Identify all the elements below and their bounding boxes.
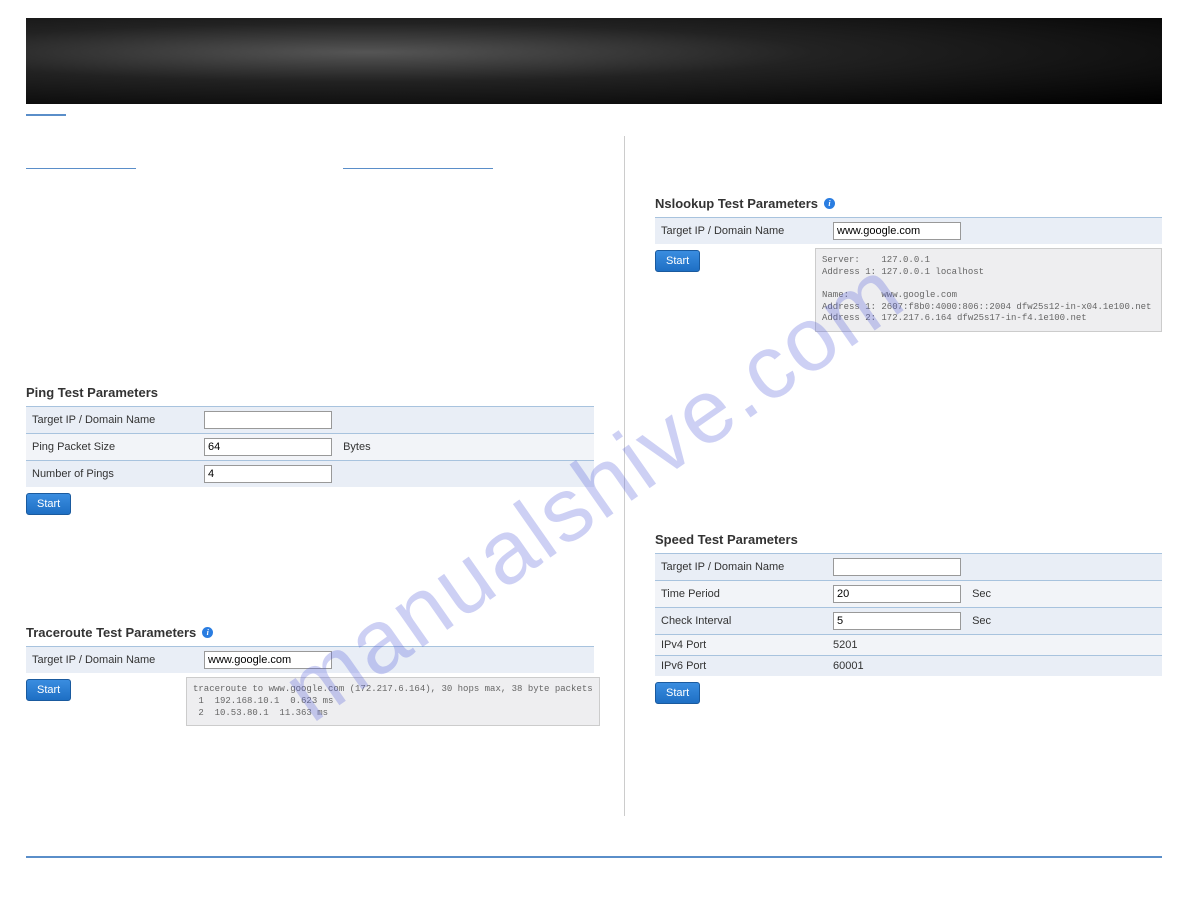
ping-target-input[interactable] <box>204 411 332 429</box>
tab-indicator <box>26 114 66 116</box>
ping-size-input[interactable] <box>204 438 332 456</box>
ping-size-label: Ping Packet Size <box>26 434 198 461</box>
traceroute-section-title: Traceroute Test Parameters i <box>26 625 594 640</box>
ping-count-label: Number of Pings <box>26 461 198 488</box>
page-banner <box>26 18 1162 104</box>
traceroute-table: Target IP / Domain Name <box>26 646 594 673</box>
intro-text <box>26 156 594 365</box>
traceroute-target-input[interactable] <box>204 651 332 669</box>
nslookup-section-title: Nslookup Test Parameters i <box>655 196 1162 211</box>
ping-title-text: Ping Test Parameters <box>26 385 158 400</box>
ping-count-input[interactable] <box>204 465 332 483</box>
nslookup-start-button[interactable]: Start <box>655 250 700 272</box>
speed-ipv4-value: 5201 <box>827 635 1162 656</box>
speed-target-input[interactable] <box>833 558 961 576</box>
speed-start-button[interactable]: Start <box>655 682 700 704</box>
traceroute-output: traceroute to www.google.com (172.217.6.… <box>186 677 600 726</box>
speed-time-unit: Sec <box>972 588 991 600</box>
link-placeholder-2[interactable] <box>343 166 493 169</box>
ping-section-title: Ping Test Parameters <box>26 385 594 400</box>
nslookup-output: Server: 127.0.0.1 Address 1: 127.0.0.1 l… <box>815 248 1162 332</box>
speed-title-text: Speed Test Parameters <box>655 532 798 547</box>
traceroute-start-button[interactable]: Start <box>26 679 71 701</box>
nslookup-target-input[interactable] <box>833 222 961 240</box>
ping-target-label: Target IP / Domain Name <box>26 407 198 434</box>
traceroute-title-text: Traceroute Test Parameters <box>26 625 196 640</box>
speed-target-label: Target IP / Domain Name <box>655 554 827 581</box>
ping-start-button[interactable]: Start <box>26 493 71 515</box>
ping-table: Target IP / Domain Name Ping Packet Size… <box>26 406 594 487</box>
link-placeholder-1[interactable] <box>26 166 136 169</box>
speed-interval-unit: Sec <box>972 615 991 627</box>
speed-time-label: Time Period <box>655 581 827 608</box>
speed-ipv6-value: 60001 <box>827 656 1162 677</box>
speed-time-input[interactable] <box>833 585 961 603</box>
nslookup-target-label: Target IP / Domain Name <box>655 218 827 245</box>
speed-interval-input[interactable] <box>833 612 961 630</box>
speed-ipv4-label: IPv4 Port <box>655 635 827 656</box>
speed-ipv6-label: IPv6 Port <box>655 656 827 677</box>
info-icon[interactable]: i <box>202 627 213 638</box>
speed-section-title: Speed Test Parameters <box>655 532 1162 547</box>
speed-interval-label: Check Interval <box>655 608 827 635</box>
speed-table: Target IP / Domain Name Time Period Sec … <box>655 553 1162 676</box>
traceroute-target-label: Target IP / Domain Name <box>26 647 198 674</box>
info-icon[interactable]: i <box>824 198 835 209</box>
nslookup-table: Target IP / Domain Name <box>655 217 1162 244</box>
nslookup-title-text: Nslookup Test Parameters <box>655 196 818 211</box>
ping-size-unit: Bytes <box>343 441 371 453</box>
